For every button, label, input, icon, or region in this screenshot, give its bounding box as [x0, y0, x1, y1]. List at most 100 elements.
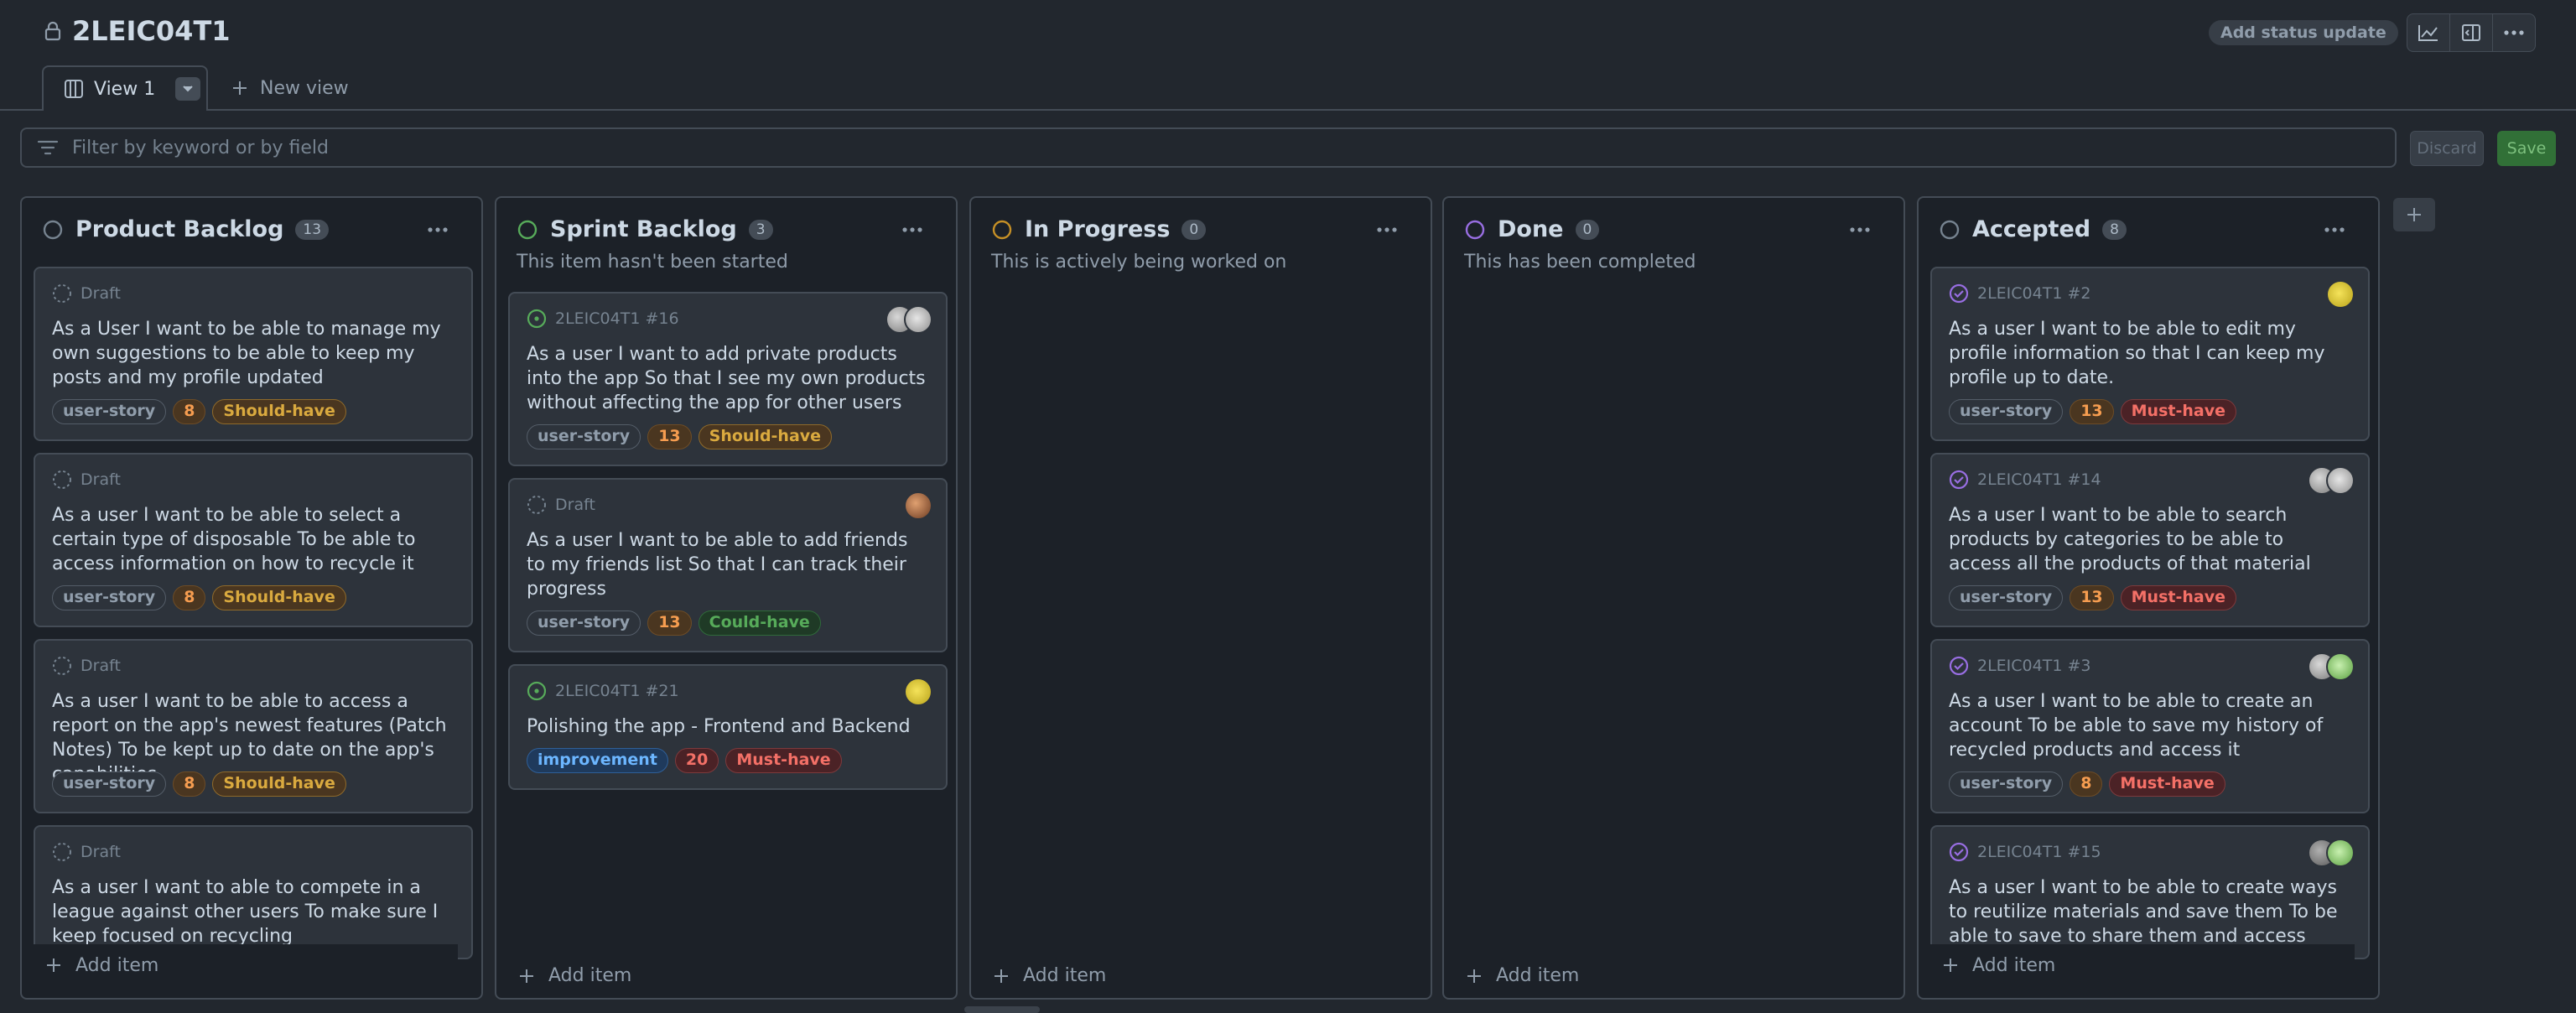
- filter-placeholder: Filter by keyword or by field: [72, 137, 329, 158]
- board-card[interactable]: Draft As a user I want to be able to add…: [508, 478, 948, 652]
- label-type[interactable]: user-story: [52, 771, 167, 797]
- board-card[interactable]: 2LEIC04T1 #21 Polishing the app - Fronte…: [508, 664, 948, 790]
- board-card[interactable]: 2LEIC04T1 #14 As a user I want to be abl…: [1930, 453, 2370, 627]
- board-card[interactable]: 2LEIC04T1 #16 As a user I want to add pr…: [508, 292, 948, 466]
- card-meta: 2LEIC04T1 #15: [1949, 842, 2101, 862]
- column-title: Sprint Backlog: [550, 216, 737, 242]
- card-title[interactable]: As a user I want to able to compete in a…: [52, 875, 454, 948]
- new-view-button[interactable]: New view: [231, 74, 349, 102]
- label-priority[interactable]: Should-have: [212, 585, 346, 610]
- column-menu-button[interactable]: [1846, 216, 1873, 243]
- card-title[interactable]: As a user I want to be able to search pr…: [1949, 503, 2351, 576]
- add-column-button[interactable]: [2393, 198, 2435, 231]
- add-item-button[interactable]: Add item: [1466, 965, 1579, 986]
- label-type[interactable]: user-story: [1949, 399, 2064, 424]
- card-title[interactable]: As a user I want to be able to select a …: [52, 503, 454, 576]
- card-title[interactable]: As a user I want to add private products…: [527, 342, 929, 415]
- view-options-dropdown[interactable]: [175, 77, 201, 101]
- card-title[interactable]: As a User I want to be able to manage my…: [52, 317, 454, 390]
- draft-icon: [527, 496, 546, 514]
- label-priority[interactable]: Should-have: [212, 399, 346, 424]
- add-item-button[interactable]: Add item: [22, 944, 458, 986]
- label-type[interactable]: user-story: [52, 399, 167, 424]
- card-meta-label[interactable]: 2LEIC04T1 #21: [555, 682, 679, 700]
- plus-icon: [995, 969, 1008, 983]
- add-status-update-button[interactable]: Add status update: [2209, 20, 2398, 45]
- new-view-label: New view: [260, 77, 349, 99]
- project-header: 2LEIC04T1 Add status update: [0, 0, 2576, 65]
- card-meta: 2LEIC04T1 #16: [527, 309, 679, 329]
- card-title[interactable]: As a user I want to be able to add frien…: [527, 528, 929, 601]
- kebab-icon: [428, 227, 448, 232]
- add-item-button[interactable]: Add item: [993, 965, 1106, 986]
- column-menu-button[interactable]: [424, 216, 451, 243]
- label-priority[interactable]: Must-have: [725, 748, 842, 773]
- board-card[interactable]: Draft As a user I want to be able to sel…: [34, 453, 473, 627]
- card-meta-label[interactable]: 2LEIC04T1 #3: [1977, 657, 2090, 675]
- horizontal-scrollbar[interactable]: [964, 1006, 1040, 1013]
- label-priority[interactable]: Must-have: [2120, 399, 2236, 424]
- board-card[interactable]: 2LEIC04T1 #15 As a user I want to be abl…: [1930, 825, 2370, 959]
- column-header: Accepted 8: [1939, 216, 2127, 242]
- label-type[interactable]: improvement: [527, 748, 668, 773]
- avatar[interactable]: [2326, 466, 2355, 495]
- card-meta-label[interactable]: 2LEIC04T1 #2: [1977, 284, 2090, 303]
- avatar[interactable]: [904, 678, 932, 706]
- label-priority[interactable]: Should-have: [698, 424, 833, 449]
- card-meta-label: Draft: [80, 843, 121, 861]
- card-meta: 2LEIC04T1 #3: [1949, 656, 2090, 676]
- assignee-avatars: [904, 491, 932, 520]
- card-meta-label[interactable]: 2LEIC04T1 #14: [1977, 470, 2101, 489]
- column-title: In Progress: [1025, 216, 1171, 242]
- label-points: 8: [2070, 771, 2103, 797]
- column-menu-button[interactable]: [899, 216, 926, 243]
- column-title: Accepted: [1972, 216, 2091, 242]
- card-labels: user-story 13 Could-have: [527, 610, 821, 636]
- side-panel-button[interactable]: [2450, 14, 2493, 51]
- label-type[interactable]: user-story: [527, 424, 641, 449]
- label-priority[interactable]: Must-have: [2109, 771, 2225, 797]
- board-card[interactable]: Draft As a user I want to able to compet…: [34, 825, 473, 959]
- avatar[interactable]: [2326, 839, 2355, 867]
- card-meta-label[interactable]: 2LEIC04T1 #16: [555, 309, 679, 328]
- filter-input[interactable]: Filter by keyword or by field: [20, 127, 2397, 168]
- avatar[interactable]: [904, 305, 932, 334]
- avatar[interactable]: [904, 491, 932, 520]
- label-type[interactable]: user-story: [1949, 771, 2064, 797]
- lock-icon: [44, 21, 61, 41]
- label-priority[interactable]: Could-have: [698, 610, 821, 636]
- discard-button[interactable]: Discard: [2410, 131, 2484, 166]
- tab-view-1[interactable]: View 1: [42, 65, 208, 111]
- card-title[interactable]: As a user I want to be able to create an…: [1949, 689, 2351, 762]
- column-menu-button[interactable]: [1374, 216, 1400, 243]
- assignee-avatars: [2326, 280, 2355, 309]
- card-title[interactable]: Polishing the app - Frontend and Backend: [527, 714, 929, 739]
- card-meta-label: Draft: [80, 284, 121, 303]
- label-type[interactable]: user-story: [52, 585, 167, 610]
- label-points: 13: [647, 610, 692, 636]
- board-card[interactable]: Draft As a user I want to be able to acc…: [34, 639, 473, 813]
- card-labels: user-story 8 Should-have: [52, 399, 346, 424]
- label-priority[interactable]: Should-have: [212, 771, 346, 797]
- board-card[interactable]: 2LEIC04T1 #3 As a user I want to be able…: [1930, 639, 2370, 813]
- add-item-button[interactable]: Add item: [1919, 944, 2355, 986]
- card-meta: 2LEIC04T1 #14: [1949, 470, 2101, 490]
- add-item-button[interactable]: Add item: [518, 965, 631, 986]
- column-menu-button[interactable]: [2321, 216, 2348, 243]
- card-meta: Draft: [52, 470, 121, 490]
- card-meta: Draft: [52, 283, 121, 304]
- avatar[interactable]: [2326, 652, 2355, 681]
- insights-button[interactable]: [2407, 14, 2450, 51]
- label-type[interactable]: user-story: [1949, 585, 2064, 610]
- label-priority[interactable]: Must-have: [2120, 585, 2236, 610]
- save-button[interactable]: Save: [2497, 131, 2556, 166]
- column-accepted: Accepted 8 2LEIC04T1 #2 As a user I want…: [1917, 196, 2380, 1000]
- card-title[interactable]: As a user I want to be able to edit my p…: [1949, 317, 2351, 390]
- board-card[interactable]: 2LEIC04T1 #2 As a user I want to be able…: [1930, 267, 2370, 441]
- column-header: Done 0: [1464, 216, 1600, 242]
- avatar[interactable]: [2326, 280, 2355, 309]
- board-card[interactable]: Draft As a User I want to be able to man…: [34, 267, 473, 441]
- card-meta-label[interactable]: 2LEIC04T1 #15: [1977, 843, 2101, 861]
- label-type[interactable]: user-story: [527, 610, 641, 636]
- more-options-button[interactable]: [2493, 14, 2535, 51]
